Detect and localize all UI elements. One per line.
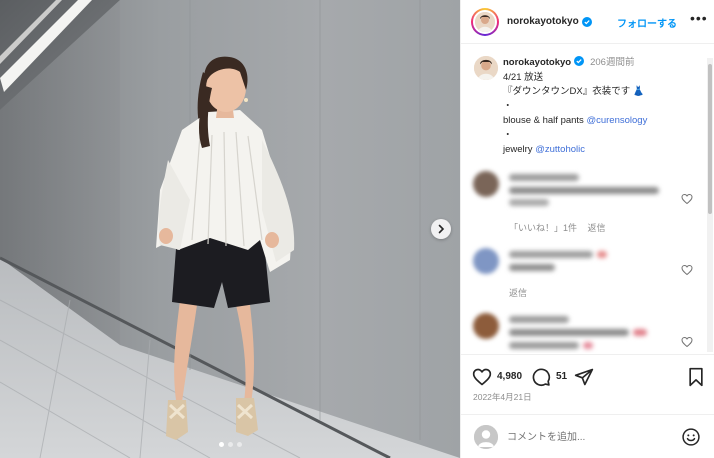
user-icon bbox=[474, 425, 498, 449]
save-icon[interactable] bbox=[687, 367, 705, 387]
comment-username-blurred bbox=[509, 174, 579, 181]
comment-username-blurred bbox=[509, 316, 569, 323]
comment-like-icon[interactable] bbox=[681, 336, 693, 348]
comment-avatar[interactable] bbox=[473, 171, 499, 197]
follow-button[interactable]: フォローする bbox=[617, 15, 677, 30]
likes-count[interactable]: 4,980 bbox=[497, 371, 522, 382]
caption-avatar[interactable] bbox=[474, 56, 498, 80]
verified-badge-icon bbox=[581, 16, 592, 27]
comment-like-icon[interactable] bbox=[681, 264, 693, 276]
photo-scene bbox=[0, 0, 460, 458]
verified-badge-icon bbox=[574, 56, 585, 66]
comments-scrollbar[interactable] bbox=[707, 58, 713, 352]
comment-item: 返信 bbox=[473, 248, 703, 298]
comment-text-blurred bbox=[509, 187, 659, 194]
carousel-dot bbox=[218, 442, 224, 447]
comment-username-blurred bbox=[509, 251, 593, 258]
comment-emoji-blurred bbox=[633, 329, 647, 336]
comments-count[interactable]: 51 bbox=[556, 371, 567, 382]
comment-avatar[interactable] bbox=[473, 313, 499, 339]
add-comment-input[interactable] bbox=[507, 429, 667, 445]
caption-line-2: 『ダウンタウンDX』衣装です bbox=[503, 86, 631, 97]
carousel-indicator bbox=[0, 442, 460, 447]
carousel-dot bbox=[227, 442, 233, 447]
post-side-panel: norokayotokyo フォローする ••• norokayotokyo 20… bbox=[460, 0, 714, 458]
reply-button[interactable]: 返信 bbox=[588, 223, 606, 233]
comment-like-icon[interactable] bbox=[681, 193, 693, 205]
comment-likes[interactable]: 「いいね！」1件 bbox=[509, 223, 577, 233]
caption-avatar-image bbox=[474, 56, 498, 80]
comment-text-blurred bbox=[509, 329, 629, 336]
more-options-icon[interactable]: ••• bbox=[690, 11, 708, 25]
carousel-next-button[interactable] bbox=[431, 219, 451, 239]
emoji-icon[interactable] bbox=[681, 427, 701, 447]
caption-line-3: blouse & half pants bbox=[503, 115, 587, 126]
current-user-avatar bbox=[474, 425, 498, 449]
carousel-dot bbox=[236, 442, 242, 447]
scrollbar-thumb[interactable] bbox=[708, 64, 712, 214]
caption-username[interactable]: norokayotokyo bbox=[503, 57, 571, 68]
post-date: 2022年4月21日 bbox=[473, 392, 532, 402]
comment-item bbox=[473, 313, 703, 353]
mention-link[interactable]: @zuttoholic bbox=[535, 144, 585, 155]
post-header: norokayotokyo フォローする ••• bbox=[461, 0, 714, 44]
comment-meta: 返信 bbox=[509, 286, 527, 299]
mention-link[interactable]: @curensology bbox=[586, 115, 647, 126]
add-comment-bar bbox=[461, 414, 714, 458]
heart-icon[interactable] bbox=[472, 367, 492, 387]
author-username[interactable]: norokayotokyo bbox=[507, 16, 579, 27]
caption-line-1: 4/21 放送 bbox=[503, 71, 544, 83]
comment-text-blurred bbox=[509, 264, 555, 271]
caption-emoji: 👗 bbox=[632, 86, 645, 97]
share-icon[interactable] bbox=[574, 367, 594, 387]
author-avatar[interactable] bbox=[471, 7, 499, 36]
comment-avatar[interactable] bbox=[473, 248, 499, 274]
caption-bullet: ・ bbox=[503, 100, 513, 112]
caption-bullet: ・ bbox=[503, 129, 513, 141]
comment-meta: 「いいね！」1件 返信 bbox=[509, 221, 606, 234]
post-caption: norokayotokyo 206週間前 4/21 放送 『ダウンタウンDX』衣装… bbox=[503, 56, 699, 158]
instagram-post-view: norokayotokyo フォローする ••• norokayotokyo 20… bbox=[0, 0, 714, 458]
comment-emoji-blurred bbox=[597, 251, 607, 258]
author-avatar-image bbox=[475, 11, 495, 32]
comment-text-blurred bbox=[509, 342, 579, 349]
caption-line-4: jewelry bbox=[503, 144, 536, 155]
reply-button[interactable]: 返信 bbox=[509, 288, 527, 298]
comment-text-blurred bbox=[509, 199, 549, 206]
caption-time: 206週間前 bbox=[590, 57, 635, 68]
chevron-right-icon bbox=[438, 224, 445, 234]
comment-item: 「いいね！」1件 返信 bbox=[473, 171, 703, 234]
comment-icon[interactable] bbox=[531, 367, 551, 387]
comments-scroll-area[interactable]: norokayotokyo 206週間前 4/21 放送 『ダウンタウンDX』衣装… bbox=[461, 45, 714, 353]
post-photo[interactable] bbox=[0, 0, 460, 458]
comment-emoji-blurred bbox=[583, 342, 593, 349]
